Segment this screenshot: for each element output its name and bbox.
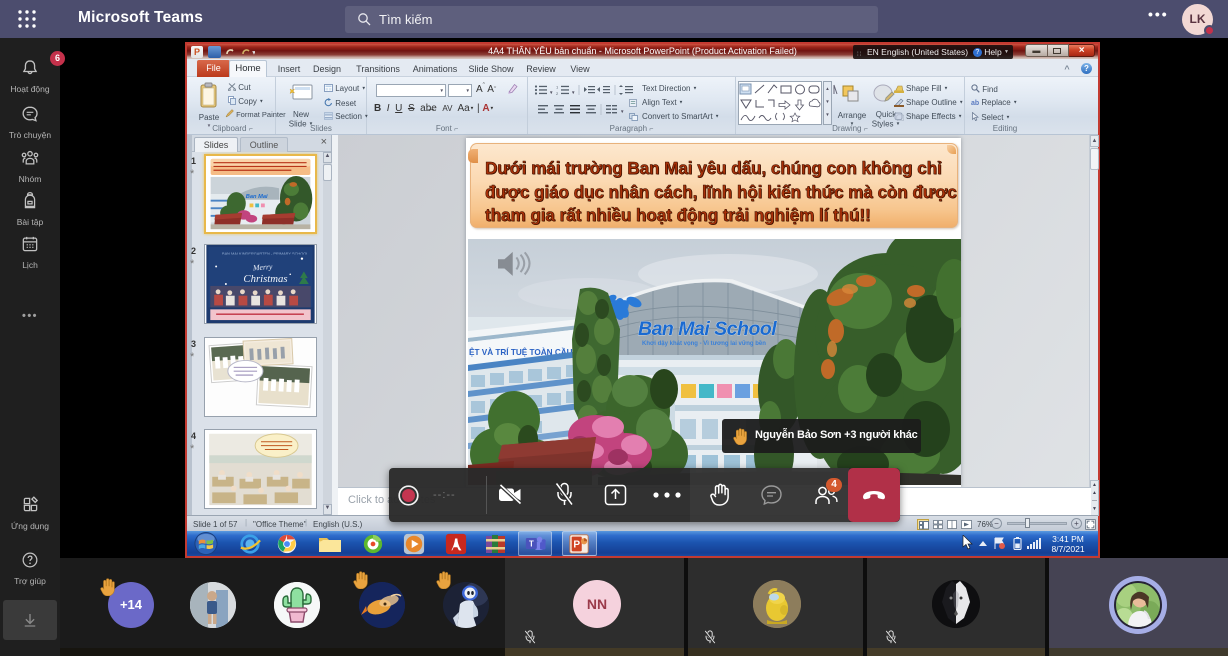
svg-text:2: 2 [556,91,559,96]
svg-text:P: P [573,540,580,551]
svg-text:Merry: Merry [252,262,274,272]
svg-text:▼: ▼ [549,90,553,95]
svg-text:Ban Mai School: Ban Mai School [638,318,777,340]
svg-text:T: T [529,540,534,549]
svg-text:▼: ▼ [620,109,624,114]
svg-text:Khơi dậy khát vọng - Vì tương: Khơi dậy khát vọng - Vì tương lai vững b… [642,341,766,347]
svg-text:Christmas: Christmas [243,273,287,285]
svg-text:▼: ▼ [571,90,575,95]
svg-text:BAN MAI KINDERGARTEN - PRIMARY: BAN MAI KINDERGARTEN - PRIMARY SCHOOL [222,251,309,256]
svg-text:1: 1 [556,85,559,90]
svg-text:Ban Mai: Ban Mai [246,194,268,200]
